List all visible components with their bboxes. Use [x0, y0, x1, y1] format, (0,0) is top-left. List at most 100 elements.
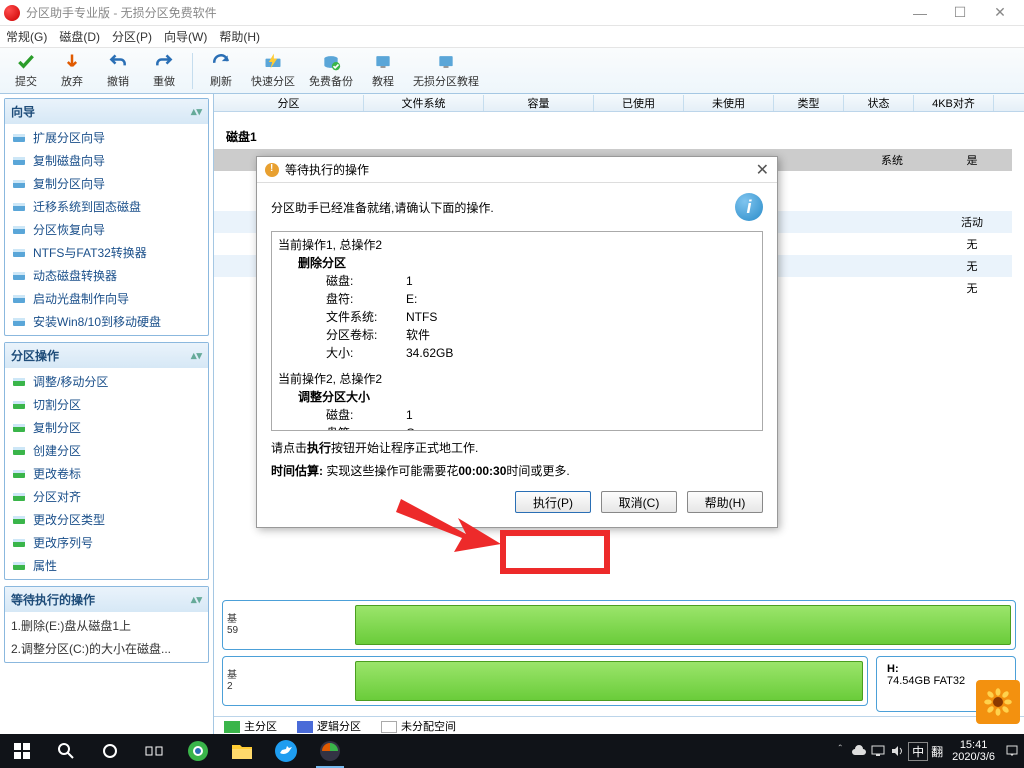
wizard-item[interactable]: 迁移系统到固态磁盘 — [5, 195, 208, 218]
cancel-button[interactable]: 取消(C) — [601, 491, 677, 513]
tb-backup[interactable]: 免费备份 — [303, 49, 359, 93]
help-button[interactable]: 帮助(H) — [687, 491, 763, 513]
tray-network-icon[interactable] — [870, 743, 886, 759]
partition-bar[interactable] — [355, 661, 863, 701]
pending-item[interactable]: 1.删除(E:)盘从磁盘1上 — [5, 614, 208, 637]
pending-item[interactable]: 2.调整分区(C:)的大小在磁盘... — [5, 637, 208, 660]
wizard-item[interactable]: 安装Win8/10到移动硬盘 — [5, 310, 208, 333]
info-icon: i — [735, 193, 763, 221]
taskbar-app-explorer[interactable] — [220, 734, 264, 768]
minimize-button[interactable]: — — [900, 0, 940, 26]
collapse-icon: ▴▾ — [191, 349, 202, 362]
quick-icon — [263, 52, 283, 72]
taskbar-app-browser[interactable] — [176, 734, 220, 768]
operation-item[interactable]: 创建分区 — [5, 439, 208, 462]
menu-general[interactable]: 常规(G) — [6, 28, 47, 45]
operations-panel-header[interactable]: 分区操作 ▴▾ — [5, 343, 208, 368]
row-status: 无 — [932, 280, 1012, 296]
cortana-button[interactable] — [88, 734, 132, 768]
wizard-item[interactable]: NTFS与FAT32转换器 — [5, 241, 208, 264]
col-partition[interactable]: 分区 — [214, 95, 364, 111]
wizard-item[interactable]: 分区恢复向导 — [5, 218, 208, 241]
tb-tutorial[interactable]: 教程 — [361, 49, 405, 93]
row-status: 活动 — [932, 214, 1012, 230]
taskbar-app-current[interactable] — [308, 734, 352, 768]
wizard-item[interactable]: 复制分区向导 — [5, 172, 208, 195]
partition-bar[interactable] — [355, 605, 1011, 645]
operation-item[interactable]: 属性 — [5, 554, 208, 577]
wizard-item[interactable]: 动态磁盘转换器 — [5, 264, 208, 287]
partition-icon — [11, 535, 27, 551]
taskbar-app-3[interactable] — [264, 734, 308, 768]
operation-item[interactable]: 复制分区 — [5, 416, 208, 439]
operation-item[interactable]: 更改序列号 — [5, 531, 208, 554]
op-detail-row: 盘符:C: — [278, 424, 756, 431]
chart-label: 基 — [227, 614, 237, 625]
wizard-item[interactable]: 启动光盘制作向导 — [5, 287, 208, 310]
op-key: 分区卷标: — [326, 326, 406, 344]
wizard-item[interactable]: 扩展分区向导 — [5, 126, 208, 149]
ime-indicator-2[interactable]: 翻 — [931, 743, 943, 760]
menu-disk[interactable]: 磁盘(D) — [59, 28, 100, 45]
operations-list[interactable]: 当前操作1, 总操作2 删除分区 磁盘:1盘符:E:文件系统:NTFS分区卷标:… — [271, 231, 763, 431]
tb-discard[interactable]: 放弃 — [50, 49, 94, 93]
op-value: E: — [406, 290, 417, 308]
col-capacity[interactable]: 容量 — [484, 95, 594, 111]
partition-icon — [11, 374, 27, 390]
taskview-icon — [145, 744, 163, 758]
col-type[interactable]: 类型 — [774, 95, 844, 111]
operation-item[interactable]: 分区对齐 — [5, 485, 208, 508]
close-button[interactable]: ✕ — [980, 0, 1020, 26]
operation-item[interactable]: 调整/移动分区 — [5, 370, 208, 393]
tb-redo[interactable]: 重做 — [142, 49, 186, 93]
col-status[interactable]: 状态 — [844, 95, 914, 111]
notifications-icon[interactable] — [1004, 743, 1020, 759]
collapse-icon: ▴▾ — [191, 105, 202, 118]
tray-onedrive-icon[interactable] — [851, 743, 867, 759]
wizard-panel-header[interactable]: 向导 ▴▾ — [5, 99, 208, 124]
col-filesystem[interactable]: 文件系统 — [364, 95, 484, 111]
legend: 主分区 逻辑分区 未分配空间 — [214, 716, 1024, 734]
tray-volume-icon[interactable] — [889, 743, 905, 759]
taskbar-clock[interactable]: 15:41 2020/3/6 — [946, 739, 1001, 763]
tray-chevron[interactable]: ＾ — [832, 743, 848, 759]
tb-tutorial2-label: 无损分区教程 — [413, 73, 479, 89]
start-button[interactable] — [0, 734, 44, 768]
taskview-button[interactable] — [132, 734, 176, 768]
partition-icon — [11, 558, 27, 574]
row-status: 系统 — [852, 152, 932, 168]
tb-refresh[interactable]: 刷新 — [199, 49, 243, 93]
execute-button[interactable]: 执行(P) — [515, 491, 591, 513]
disk-chart-2[interactable]: 基 2 — [222, 656, 868, 706]
dialog-close-button[interactable]: ✕ — [756, 160, 769, 180]
tb-undo[interactable]: 撤销 — [96, 49, 140, 93]
disk-icon — [11, 314, 27, 330]
operation-item[interactable]: 切割分区 — [5, 393, 208, 416]
dialog-title-bar[interactable]: 等待执行的操作 ✕ — [257, 157, 777, 183]
col-unused[interactable]: 未使用 — [684, 95, 774, 111]
ime-indicator[interactable]: 中 — [908, 742, 928, 761]
operation-item-label: 复制分区 — [33, 419, 81, 436]
operation-item[interactable]: 更改分区类型 — [5, 508, 208, 531]
disk-icon — [11, 176, 27, 192]
disk-chart-1[interactable]: 基 59 — [222, 600, 1016, 650]
partition-h-detail: 74.54GB FAT32 — [887, 675, 965, 687]
col-align[interactable]: 4KB对齐 — [914, 95, 994, 111]
tb-tutorial2[interactable]: 无损分区教程 — [407, 49, 485, 93]
search-icon — [57, 742, 75, 760]
maximize-button[interactable]: ☐ — [940, 0, 980, 26]
pending-panel-header[interactable]: 等待执行的操作 ▴▾ — [5, 587, 208, 612]
toolbar-separator — [192, 53, 193, 89]
menu-help[interactable]: 帮助(H) — [219, 28, 260, 45]
media-widget[interactable] — [976, 680, 1020, 724]
tb-commit[interactable]: 提交 — [4, 49, 48, 93]
op-value: 1 — [406, 406, 413, 424]
dialog-time-estimate: 时间估算: 实现这些操作可能需要花00:00:30时间或更多. — [271, 462, 763, 479]
tb-quickpartition[interactable]: 快速分区 — [245, 49, 301, 93]
menu-wizard[interactable]: 向导(W) — [164, 28, 207, 45]
menu-partition[interactable]: 分区(P) — [112, 28, 152, 45]
operation-item[interactable]: 更改卷标 — [5, 462, 208, 485]
col-used[interactable]: 已使用 — [594, 95, 684, 111]
wizard-item[interactable]: 复制磁盘向导 — [5, 149, 208, 172]
search-button[interactable] — [44, 734, 88, 768]
